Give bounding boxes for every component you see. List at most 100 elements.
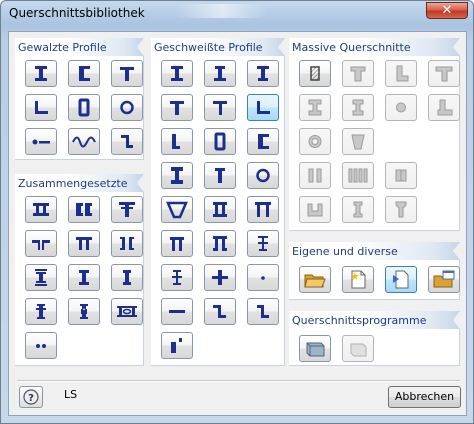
thin-walled-program-icon <box>306 342 325 357</box>
built-up-double-angle-button[interactable] <box>25 230 57 257</box>
close-button[interactable]: ✕ <box>426 2 468 19</box>
welded-box-icon <box>214 132 226 151</box>
i-with-plates-icon <box>79 270 89 285</box>
section-browser-button[interactable] <box>428 266 460 293</box>
welded-pipe-button[interactable] <box>247 162 279 189</box>
built-up-i-with-plates-button[interactable] <box>68 264 100 291</box>
panel-title: Zusammengesetzte <box>18 177 128 190</box>
built-up-i-cover-button[interactable] <box>25 298 57 325</box>
open-section-button[interactable] <box>299 266 331 293</box>
built-up-double-i-button[interactable] <box>25 196 57 223</box>
two-bars-icon <box>36 344 46 348</box>
castellated-beam-icon <box>80 304 88 319</box>
panel-eigene-und-diverse: Eigene und diverse <box>289 242 460 300</box>
profile-rect-hollow-button[interactable] <box>68 94 100 121</box>
solid-rectangle-icon <box>310 66 320 81</box>
cancel-button[interactable]: Abbrechen <box>388 386 461 408</box>
help-button[interactable]: ? <box>19 386 43 408</box>
welded-i-tapered-icon <box>257 66 269 81</box>
box-top-plate-icon <box>255 202 271 217</box>
panel-title: Querschnittsprogramme <box>292 314 427 327</box>
dialog-window: Querschnittsbibliothek ✕ Gewalzte Profil… <box>0 0 474 424</box>
welded-box-button[interactable] <box>204 128 236 155</box>
new-section-button[interactable] <box>342 266 374 293</box>
built-up-back-to-back-channel-button[interactable] <box>68 196 100 223</box>
welded-z-button[interactable] <box>204 298 236 325</box>
rectangular-hollow-icon <box>78 98 90 117</box>
welded-t-deep-icon <box>215 168 225 183</box>
welded-i-stiffener-button[interactable] <box>247 230 279 257</box>
welded-i-flanged-button[interactable] <box>161 162 193 189</box>
footer-separator <box>17 380 460 382</box>
built-up-t-plate-button[interactable] <box>111 196 143 223</box>
built-up-double-channel-button[interactable] <box>111 230 143 257</box>
profile-channel-rolled-button[interactable] <box>68 60 100 87</box>
welded-box-flanged-button[interactable] <box>204 196 236 223</box>
welded-z-light-button[interactable] <box>247 298 279 325</box>
welded-t-deep-button[interactable] <box>204 162 236 189</box>
z-profile-icon <box>121 135 133 148</box>
welded-i-rib-button[interactable] <box>161 264 193 291</box>
built-up-i-stiffened-button[interactable] <box>111 264 143 291</box>
welded-t-button[interactable] <box>161 94 193 121</box>
solid-rectangle-button[interactable] <box>299 60 331 87</box>
solid-t-icon <box>350 66 366 82</box>
welded-angle-button[interactable] <box>247 94 279 121</box>
welded-i-tapered-button[interactable] <box>247 60 279 87</box>
built-up-castellated-button[interactable] <box>68 298 100 325</box>
welded-s-sheet-button[interactable] <box>161 332 193 359</box>
solid-block-icon <box>395 169 407 182</box>
built-up-box-girder-button[interactable] <box>111 298 143 325</box>
welded-t-wide-button[interactable] <box>204 94 236 121</box>
welded-solid-point-button[interactable] <box>247 264 279 291</box>
welded-flat-plate-button[interactable] <box>161 298 193 325</box>
welded-double-web-button[interactable] <box>161 230 193 257</box>
profile-i-rolled-button[interactable] <box>25 60 57 87</box>
profile-t-rolled-button[interactable] <box>111 60 143 87</box>
double-channel-profile-icon <box>120 237 134 250</box>
solid-i-icon <box>308 99 322 116</box>
welded-cross-button[interactable] <box>204 264 236 291</box>
solid-t-wide-button <box>428 60 460 87</box>
import-section-button[interactable] <box>385 266 417 293</box>
welded-i-symmetric-button[interactable] <box>161 60 193 87</box>
profile-z-rolled-button[interactable] <box>111 128 143 155</box>
stiffened-i-profile-icon <box>123 270 131 285</box>
welded-channel-button[interactable] <box>247 128 279 155</box>
window-title: Querschnittsbibliothek <box>9 6 145 20</box>
solid-u-button <box>299 196 331 223</box>
panel-header: Zusammengesetzte <box>15 174 144 192</box>
built-up-plated-i-button[interactable] <box>25 264 57 291</box>
welded-double-web-flanged-button[interactable] <box>204 230 236 257</box>
solid-multi-rect-button <box>342 162 374 189</box>
built-up-two-bars-button[interactable] <box>25 332 57 359</box>
double-t-profile-icon <box>76 237 92 250</box>
welded-box-top-plate-button[interactable] <box>247 196 279 223</box>
solid-program-icon <box>350 343 367 357</box>
solid-t-wide-icon <box>435 66 453 82</box>
close-icon: ✕ <box>441 3 453 18</box>
round-bar-icon <box>32 139 50 145</box>
profile-trapezoidal-sheet-button[interactable] <box>68 128 100 155</box>
welded-trapezoid-button[interactable] <box>161 196 193 223</box>
profile-circular-hollow-button[interactable] <box>111 94 143 121</box>
panel-gewalzte-profile: Gewalzte Profile <box>15 38 144 160</box>
profile-round-bar-button[interactable] <box>25 128 57 155</box>
solid-l-base-button <box>428 94 460 121</box>
solid-double-rect-icon <box>308 168 322 183</box>
solid-multi-rect-icon <box>348 168 368 183</box>
plated-i-profile-icon <box>35 269 47 286</box>
import-document-icon <box>393 270 409 289</box>
built-up-double-t-button[interactable] <box>68 230 100 257</box>
welded-flat-bar-button[interactable] <box>161 128 193 155</box>
program-thin-walled-button[interactable] <box>299 335 331 362</box>
solid-circle-icon <box>396 102 406 113</box>
i-profile-icon <box>35 66 47 81</box>
welded-z-light-icon <box>257 305 269 318</box>
title-bar[interactable]: Querschnittsbibliothek ✕ <box>1 1 473 27</box>
panel-title: Eigene und diverse <box>292 245 398 258</box>
panel-title: Gewalzte Profile <box>18 41 107 54</box>
welded-i-unsymmetric-button[interactable] <box>204 60 236 87</box>
profile-angle-rolled-button[interactable] <box>25 94 57 121</box>
panel-title: Geschweißte Profile <box>154 41 263 54</box>
